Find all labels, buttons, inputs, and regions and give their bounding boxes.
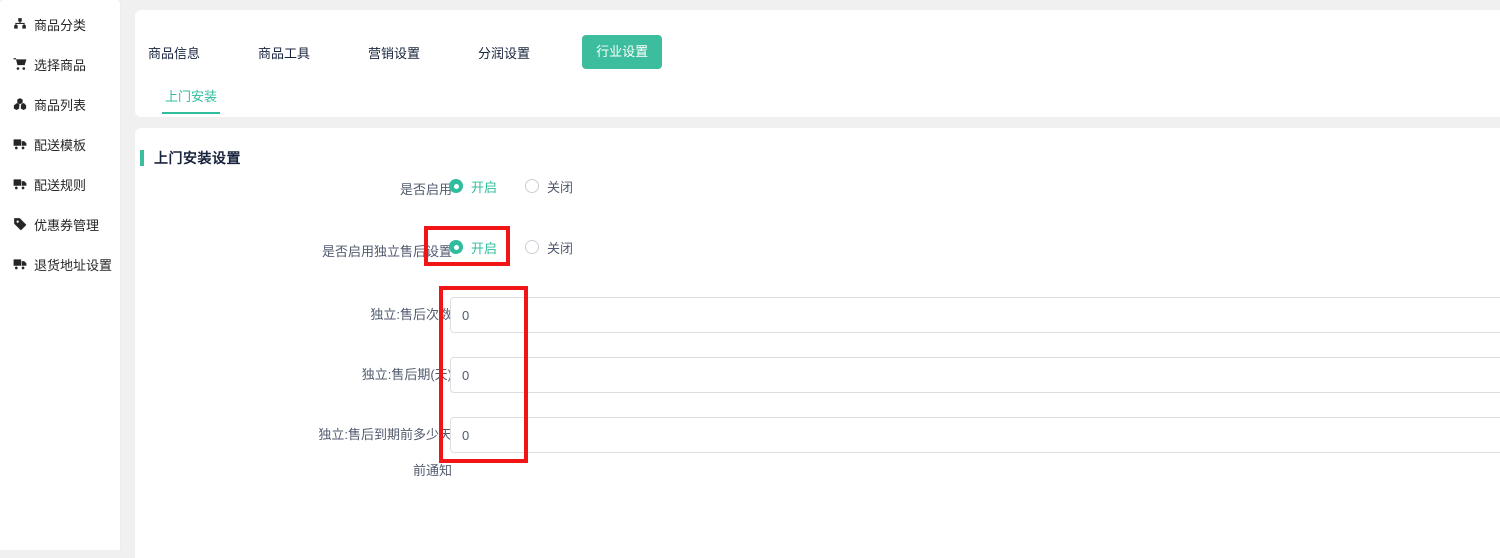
tab-goods-info[interactable]: 商品信息 (148, 43, 200, 62)
radio-selected-icon[interactable] (449, 240, 463, 254)
radio-selected-icon[interactable] (449, 179, 463, 193)
radio-off-label: 关闭 (547, 238, 573, 257)
sidebar-item-label: 配送模板 (34, 135, 86, 154)
truck-icon (12, 137, 27, 152)
sidebar-item-delivery-rules[interactable]: 配送规则 (0, 164, 120, 204)
sidebar-item-label: 配送规则 (34, 175, 86, 194)
sidebar-item-label: 选择商品 (34, 55, 86, 74)
radio-independent-off[interactable]: 关闭 (525, 238, 573, 257)
tag-icon (12, 217, 27, 232)
tab-marketing-settings[interactable]: 营销设置 (368, 43, 420, 62)
label-aftersale-notify-days: 独立:售后到期前多少天前通知 (312, 417, 452, 489)
section-header: 上门安装设置 (140, 148, 241, 168)
sidebar: 商品分类 选择商品 商品列表 配送模板 配送规则 优惠券管理 退货地址设置 (0, 0, 121, 550)
sidebar-item-label: 商品分类 (34, 15, 86, 34)
sidebar-item-return-address-settings[interactable]: 退货地址设置 (0, 244, 120, 284)
radio-enable-on[interactable]: 开启 (449, 177, 497, 196)
cart-icon (12, 57, 27, 72)
radio-unselected-icon[interactable] (525, 240, 539, 254)
label-aftersale-period-days: 独立:售后期(天) (312, 357, 452, 393)
radio-independent-on[interactable]: 开启 (449, 238, 497, 257)
truck-icon (12, 257, 27, 272)
input-aftersale-count[interactable] (450, 297, 1500, 333)
sidebar-item-label: 优惠券管理 (34, 215, 99, 234)
section-accent-bar (140, 150, 144, 166)
label-enable-independent-aftersale: 是否启用独立售后设置 (312, 234, 452, 270)
radio-group-independent-aftersale: 开启 关闭 (449, 229, 573, 265)
sidebar-item-delivery-template[interactable]: 配送模板 (0, 124, 120, 164)
radio-group-enable: 开启 关闭 (449, 168, 573, 204)
sitemap-icon (12, 17, 27, 32)
cubes-icon (12, 97, 27, 112)
sidebar-item-select-goods[interactable]: 选择商品 (0, 44, 120, 84)
tab-goods-tools[interactable]: 商品工具 (258, 43, 310, 62)
sidebar-item-label: 退货地址设置 (34, 255, 112, 274)
tab-bar: 商品信息 商品工具 营销设置 分润设置 行业设置 (148, 35, 662, 69)
tabs-card: 商品信息 商品工具 营销设置 分润设置 行业设置 上门安装 (135, 10, 1500, 117)
section-title: 上门安装设置 (154, 148, 241, 168)
subtab-door-installation[interactable]: 上门安装 (162, 86, 220, 114)
truck-icon (12, 177, 27, 192)
sidebar-item-coupon-management[interactable]: 优惠券管理 (0, 204, 120, 244)
tab-profit-settings[interactable]: 分润设置 (478, 43, 530, 62)
sidebar-item-label: 商品列表 (34, 95, 86, 114)
radio-off-label: 关闭 (547, 177, 573, 196)
radio-on-label: 开启 (471, 238, 497, 257)
input-aftersale-period-days[interactable] (450, 357, 1500, 393)
radio-enable-off[interactable]: 关闭 (525, 177, 573, 196)
input-aftersale-notify-days[interactable] (450, 417, 1500, 453)
sidebar-item-goods-category[interactable]: 商品分类 (0, 4, 120, 44)
label-aftersale-count: 独立:售后次数 (312, 297, 452, 333)
radio-on-label: 开启 (471, 177, 497, 196)
settings-card: 上门安装设置 是否启用 开启 关闭 是否启用独立售后设置 开启 关闭 独立:售后… (135, 128, 1500, 558)
sidebar-item-goods-list[interactable]: 商品列表 (0, 84, 120, 124)
label-enable: 是否启用 (312, 172, 452, 208)
tab-industry-settings-active[interactable]: 行业设置 (582, 35, 662, 69)
radio-unselected-icon[interactable] (525, 179, 539, 193)
